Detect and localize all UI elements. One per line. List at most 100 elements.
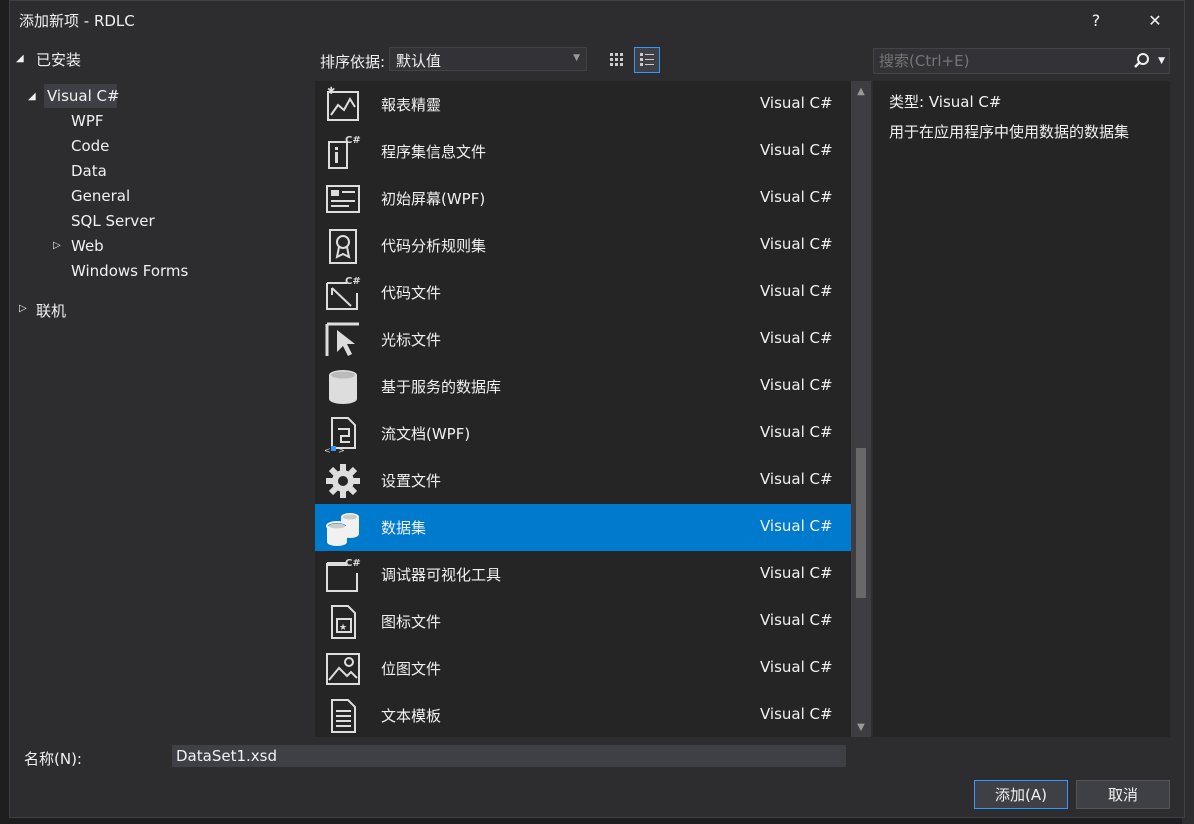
details-view-button[interactable] xyxy=(634,47,660,73)
list-item-icon-file[interactable]: ★ 图标文件 Visual C# xyxy=(315,598,851,645)
ruleset-icon xyxy=(329,229,357,264)
list-item-service-database[interactable]: 基于服务的数据库 Visual C# xyxy=(315,363,851,410)
visual-csharp-expand-icon[interactable]: ◢ xyxy=(28,91,36,102)
item-name: 代码文件 xyxy=(381,284,442,302)
tree-item-code[interactable]: Code xyxy=(71,137,109,155)
tree-item-web[interactable]: Web xyxy=(71,237,104,255)
tree-item-sql-server[interactable]: SQL Server xyxy=(71,212,155,230)
online-expand-icon[interactable]: ▷ xyxy=(19,303,27,314)
grid-view-icon xyxy=(610,53,623,66)
template-list: ✱ 報表精靈 Visual C# C# 程序集信息文件 Visual C# 初始… xyxy=(315,81,851,737)
search-input[interactable] xyxy=(874,49,1134,73)
window-title: 添加新项 - RDLC xyxy=(19,12,135,30)
item-language: Visual C# xyxy=(760,705,833,723)
item-language: Visual C# xyxy=(760,564,833,582)
list-item-splash-screen[interactable]: 初始屏幕(WPF) Visual C# xyxy=(315,175,851,222)
item-name: 图标文件 xyxy=(381,613,442,631)
list-item-cursor-file[interactable]: 光标文件 Visual C# xyxy=(315,316,851,363)
item-name: 程序集信息文件 xyxy=(381,143,487,161)
svg-text:C#: C# xyxy=(345,558,361,569)
item-language: Visual C# xyxy=(760,188,833,206)
code-file-icon: C# xyxy=(326,276,361,310)
item-name: 调试器可视化工具 xyxy=(381,566,502,584)
list-item-code-file[interactable]: C# 代码文件 Visual C# xyxy=(315,269,851,316)
tree-item-windows-forms[interactable]: Windows Forms xyxy=(71,262,188,280)
tree-item-general[interactable]: General xyxy=(71,187,130,205)
web-expand-icon[interactable]: ▷ xyxy=(53,240,61,251)
svg-text:✱: ✱ xyxy=(327,86,335,97)
database-icon xyxy=(329,370,357,404)
tree-item-installed[interactable]: 已安装 xyxy=(36,49,81,70)
item-language: Visual C# xyxy=(760,141,833,159)
type-value: Visual C# xyxy=(928,93,1002,111)
scroll-down-arrow-icon[interactable]: ▼ xyxy=(851,717,871,737)
title-bar: 添加新项 - RDLC ? ✕ xyxy=(10,1,1184,39)
description-pane: 类型: Visual C# 用于在应用程序中使用数据的数据集 xyxy=(873,81,1170,737)
item-name: 報表精靈 xyxy=(381,96,442,114)
list-item-ruleset[interactable]: 代码分析规则集 Visual C# xyxy=(315,222,851,269)
add-button[interactable]: 添加(A) xyxy=(974,780,1068,809)
item-language: Visual C# xyxy=(760,470,833,488)
list-item-assembly-info[interactable]: C# 程序集信息文件 Visual C# xyxy=(315,128,851,175)
svg-text:C#: C# xyxy=(345,276,361,287)
list-item-report-wizard[interactable]: ✱ 報表精靈 Visual C# xyxy=(315,81,851,128)
list-scrollbar[interactable]: ▲ ▼ xyxy=(851,81,871,737)
item-language: Visual C# xyxy=(760,235,833,253)
item-name: 流文档(WPF) xyxy=(381,425,471,443)
settings-gear-icon xyxy=(326,464,360,498)
list-item-debugger-visualizer[interactable]: C# 调试器可视化工具 Visual C# xyxy=(315,551,851,598)
assembly-info-icon: C# xyxy=(328,135,361,169)
item-name: 代码分析规则集 xyxy=(381,237,487,255)
list-item-bitmap-file[interactable]: 位图文件 Visual C# xyxy=(315,645,851,692)
item-language: Visual C# xyxy=(760,282,833,300)
type-label: 类型: xyxy=(889,93,925,111)
dataset-icon xyxy=(326,513,359,546)
sort-selected-value: 默认值 xyxy=(396,52,442,70)
scrollbar-thumb[interactable] xyxy=(856,448,866,598)
item-name: 位图文件 xyxy=(381,660,442,678)
svg-text:>: > xyxy=(338,446,345,454)
item-language: Visual C# xyxy=(760,94,833,112)
splash-screen-icon xyxy=(326,185,360,213)
debugger-visualizer-icon: C# xyxy=(326,558,361,592)
item-language: Visual C# xyxy=(760,329,833,347)
sort-label: 排序依据: xyxy=(320,53,386,71)
list-item-flow-document[interactable]: < > 流文档(WPF) Visual C# xyxy=(315,410,851,457)
item-name: 初始屏幕(WPF) xyxy=(381,190,486,208)
help-button[interactable]: ? xyxy=(1081,5,1111,35)
tree-item-online[interactable]: 联机 xyxy=(36,300,66,321)
list-item-text-template[interactable]: 文本模板 Visual C# xyxy=(315,692,851,737)
flow-document-icon: < > xyxy=(324,417,356,454)
installed-expand-icon[interactable]: ◢ xyxy=(16,53,24,64)
tree-item-visual-csharp[interactable]: Visual C# xyxy=(47,87,120,105)
list-item-settings-file[interactable]: 设置文件 Visual C# xyxy=(315,457,851,504)
add-new-item-dialog: 添加新项 - RDLC ? ✕ ◢ 已安装 ◢ Visual C# WPF Co… xyxy=(9,0,1185,818)
cursor-file-icon xyxy=(325,322,359,356)
medium-icons-view-button[interactable] xyxy=(604,47,630,73)
search-box[interactable]: ▼ xyxy=(873,48,1170,74)
item-name: 设置文件 xyxy=(381,472,442,490)
item-language: Visual C# xyxy=(760,423,833,441)
name-input[interactable] xyxy=(172,745,846,767)
icon-file-icon: ★ xyxy=(331,605,356,639)
item-language: Visual C# xyxy=(760,517,833,535)
item-language: Visual C# xyxy=(760,376,833,394)
close-button[interactable]: ✕ xyxy=(1140,5,1170,35)
bitmap-file-icon xyxy=(326,653,360,685)
chevron-down-icon: ▼ xyxy=(573,53,580,63)
item-name: 基于服务的数据库 xyxy=(381,378,502,396)
list-item-dataset[interactable]: 数据集 Visual C# xyxy=(315,504,851,551)
list-view-icon xyxy=(640,53,654,66)
item-name: 文本模板 xyxy=(381,707,442,725)
sort-dropdown[interactable]: 默认值 ▼ xyxy=(389,47,587,71)
scroll-up-arrow-icon[interactable]: ▲ xyxy=(851,81,871,101)
text-template-icon xyxy=(331,699,356,733)
item-language: Visual C# xyxy=(760,658,833,676)
tree-item-wpf[interactable]: WPF xyxy=(71,112,104,130)
tree-item-data[interactable]: Data xyxy=(71,162,107,180)
report-wizard-icon: ✱ xyxy=(327,86,359,121)
search-icon[interactable] xyxy=(1133,52,1151,70)
search-options-chevron-icon[interactable]: ▼ xyxy=(1158,56,1165,66)
cancel-button[interactable]: 取消 xyxy=(1076,780,1170,809)
svg-text:C#: C# xyxy=(345,135,361,146)
